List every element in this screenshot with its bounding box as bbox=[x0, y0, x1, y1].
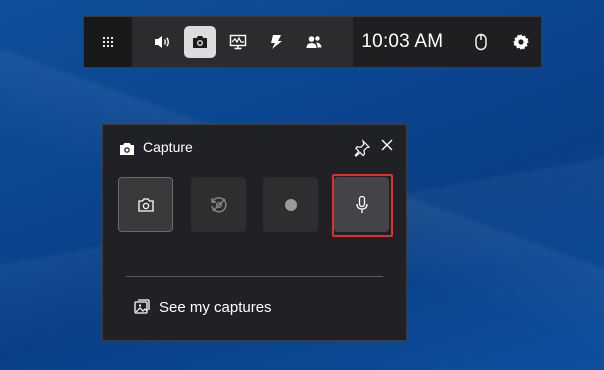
see-my-captures-label: See my captures bbox=[159, 298, 272, 316]
xbox-widget-button[interactable] bbox=[260, 26, 292, 58]
audio-widget-button[interactable] bbox=[146, 26, 178, 58]
clock-time: 10:03 AM bbox=[361, 31, 444, 52]
see-my-captures-link[interactable]: See my captures bbox=[133, 295, 272, 319]
grid-dots-icon bbox=[102, 36, 114, 48]
gallery-icon bbox=[134, 299, 150, 314]
record-last-30s-button[interactable] bbox=[191, 177, 246, 232]
settings-button[interactable] bbox=[501, 17, 541, 67]
social-widget-button[interactable] bbox=[298, 26, 330, 58]
pin-button[interactable] bbox=[353, 139, 371, 157]
record-dot-icon bbox=[284, 198, 297, 211]
take-screenshot-button[interactable] bbox=[118, 177, 173, 232]
close-button[interactable] bbox=[379, 137, 395, 153]
camera-icon bbox=[137, 197, 154, 212]
capture-panel-header: Capture bbox=[103, 125, 406, 169]
monitor-chart-icon bbox=[229, 34, 247, 50]
microphone-icon bbox=[355, 195, 368, 213]
game-bar: 10:03 AM bbox=[83, 16, 542, 68]
close-icon bbox=[381, 139, 393, 151]
mouse-icon bbox=[475, 33, 487, 51]
capture-panel: Capture See my captures bbox=[102, 124, 407, 341]
pin-icon bbox=[354, 139, 371, 157]
camera-icon bbox=[192, 36, 207, 48]
start-recording-button[interactable] bbox=[263, 177, 318, 232]
divider bbox=[126, 276, 383, 277]
capture-widget-button[interactable] bbox=[183, 26, 216, 58]
panel-title: Capture bbox=[143, 139, 193, 155]
people-icon bbox=[306, 36, 322, 48]
widget-menu-button[interactable] bbox=[84, 17, 132, 67]
history-record-icon bbox=[210, 196, 227, 212]
mouse-button[interactable] bbox=[461, 17, 501, 67]
gear-icon bbox=[513, 34, 530, 50]
widget-bar bbox=[131, 17, 354, 67]
xbox-icon bbox=[270, 35, 282, 49]
speaker-icon bbox=[154, 36, 169, 48]
camera-icon bbox=[120, 143, 134, 155]
performance-widget-button[interactable] bbox=[222, 26, 254, 58]
microphone-toggle-button[interactable] bbox=[334, 177, 389, 232]
